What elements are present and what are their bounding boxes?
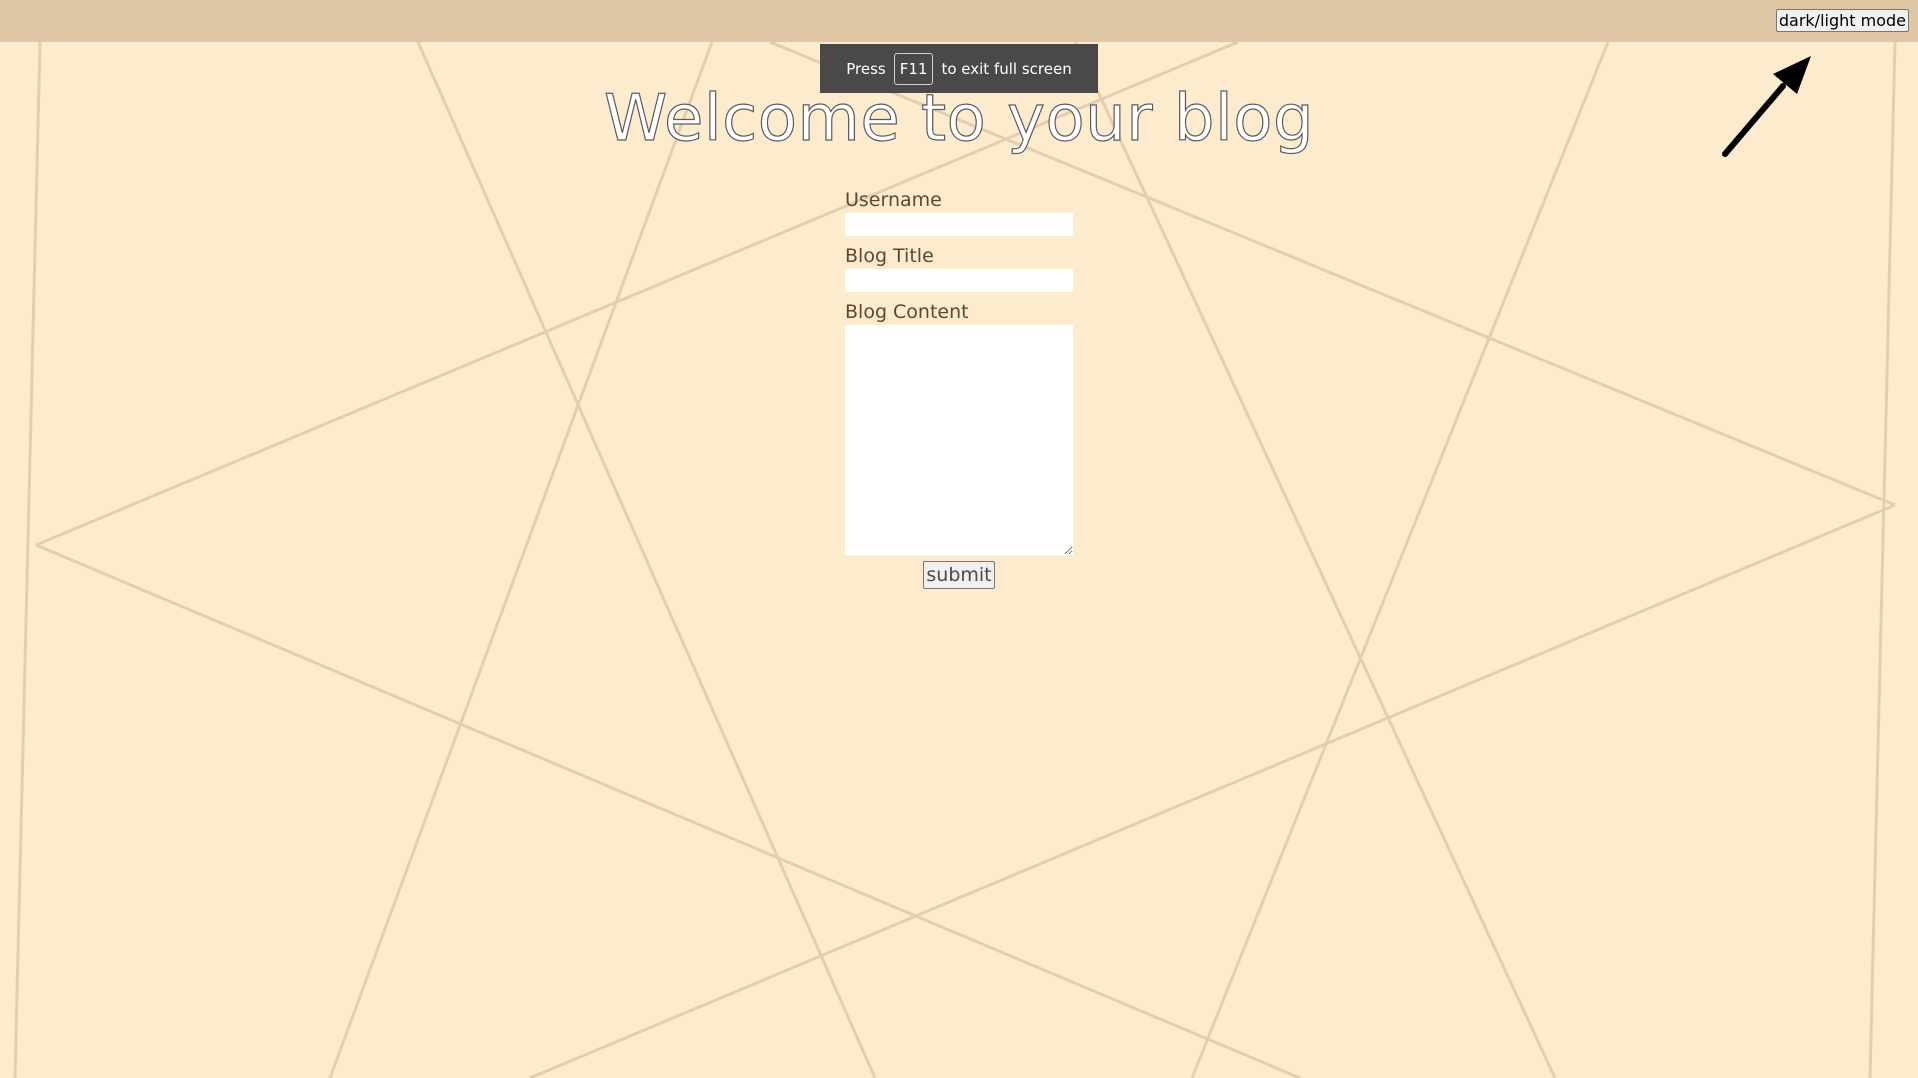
- blog-content-textarea[interactable]: [845, 325, 1073, 555]
- page-title: Welcome to your blog: [603, 81, 1315, 156]
- page: dark/light mode Press F11 to exit full s…: [0, 0, 1918, 1078]
- username-label: Username: [845, 189, 942, 211]
- blog-form: Username Blog Title Blog Content submit: [845, 187, 1073, 589]
- submit-button[interactable]: submit: [923, 561, 995, 589]
- username-input[interactable]: [845, 213, 1073, 236]
- blog-content-label: Blog Content: [845, 301, 969, 323]
- blog-title-input[interactable]: [845, 269, 1073, 292]
- f11-key: F11: [893, 52, 934, 85]
- top-bar: dark/light mode: [0, 0, 1918, 42]
- submit-wrap: submit: [845, 561, 1073, 589]
- blog-title-label: Blog Title: [845, 245, 934, 267]
- dark-light-mode-button[interactable]: dark/light mode: [1775, 9, 1909, 32]
- fullscreen-notice-suffix: to exit full screen: [941, 59, 1072, 78]
- fullscreen-notice-prefix: Press: [846, 59, 886, 78]
